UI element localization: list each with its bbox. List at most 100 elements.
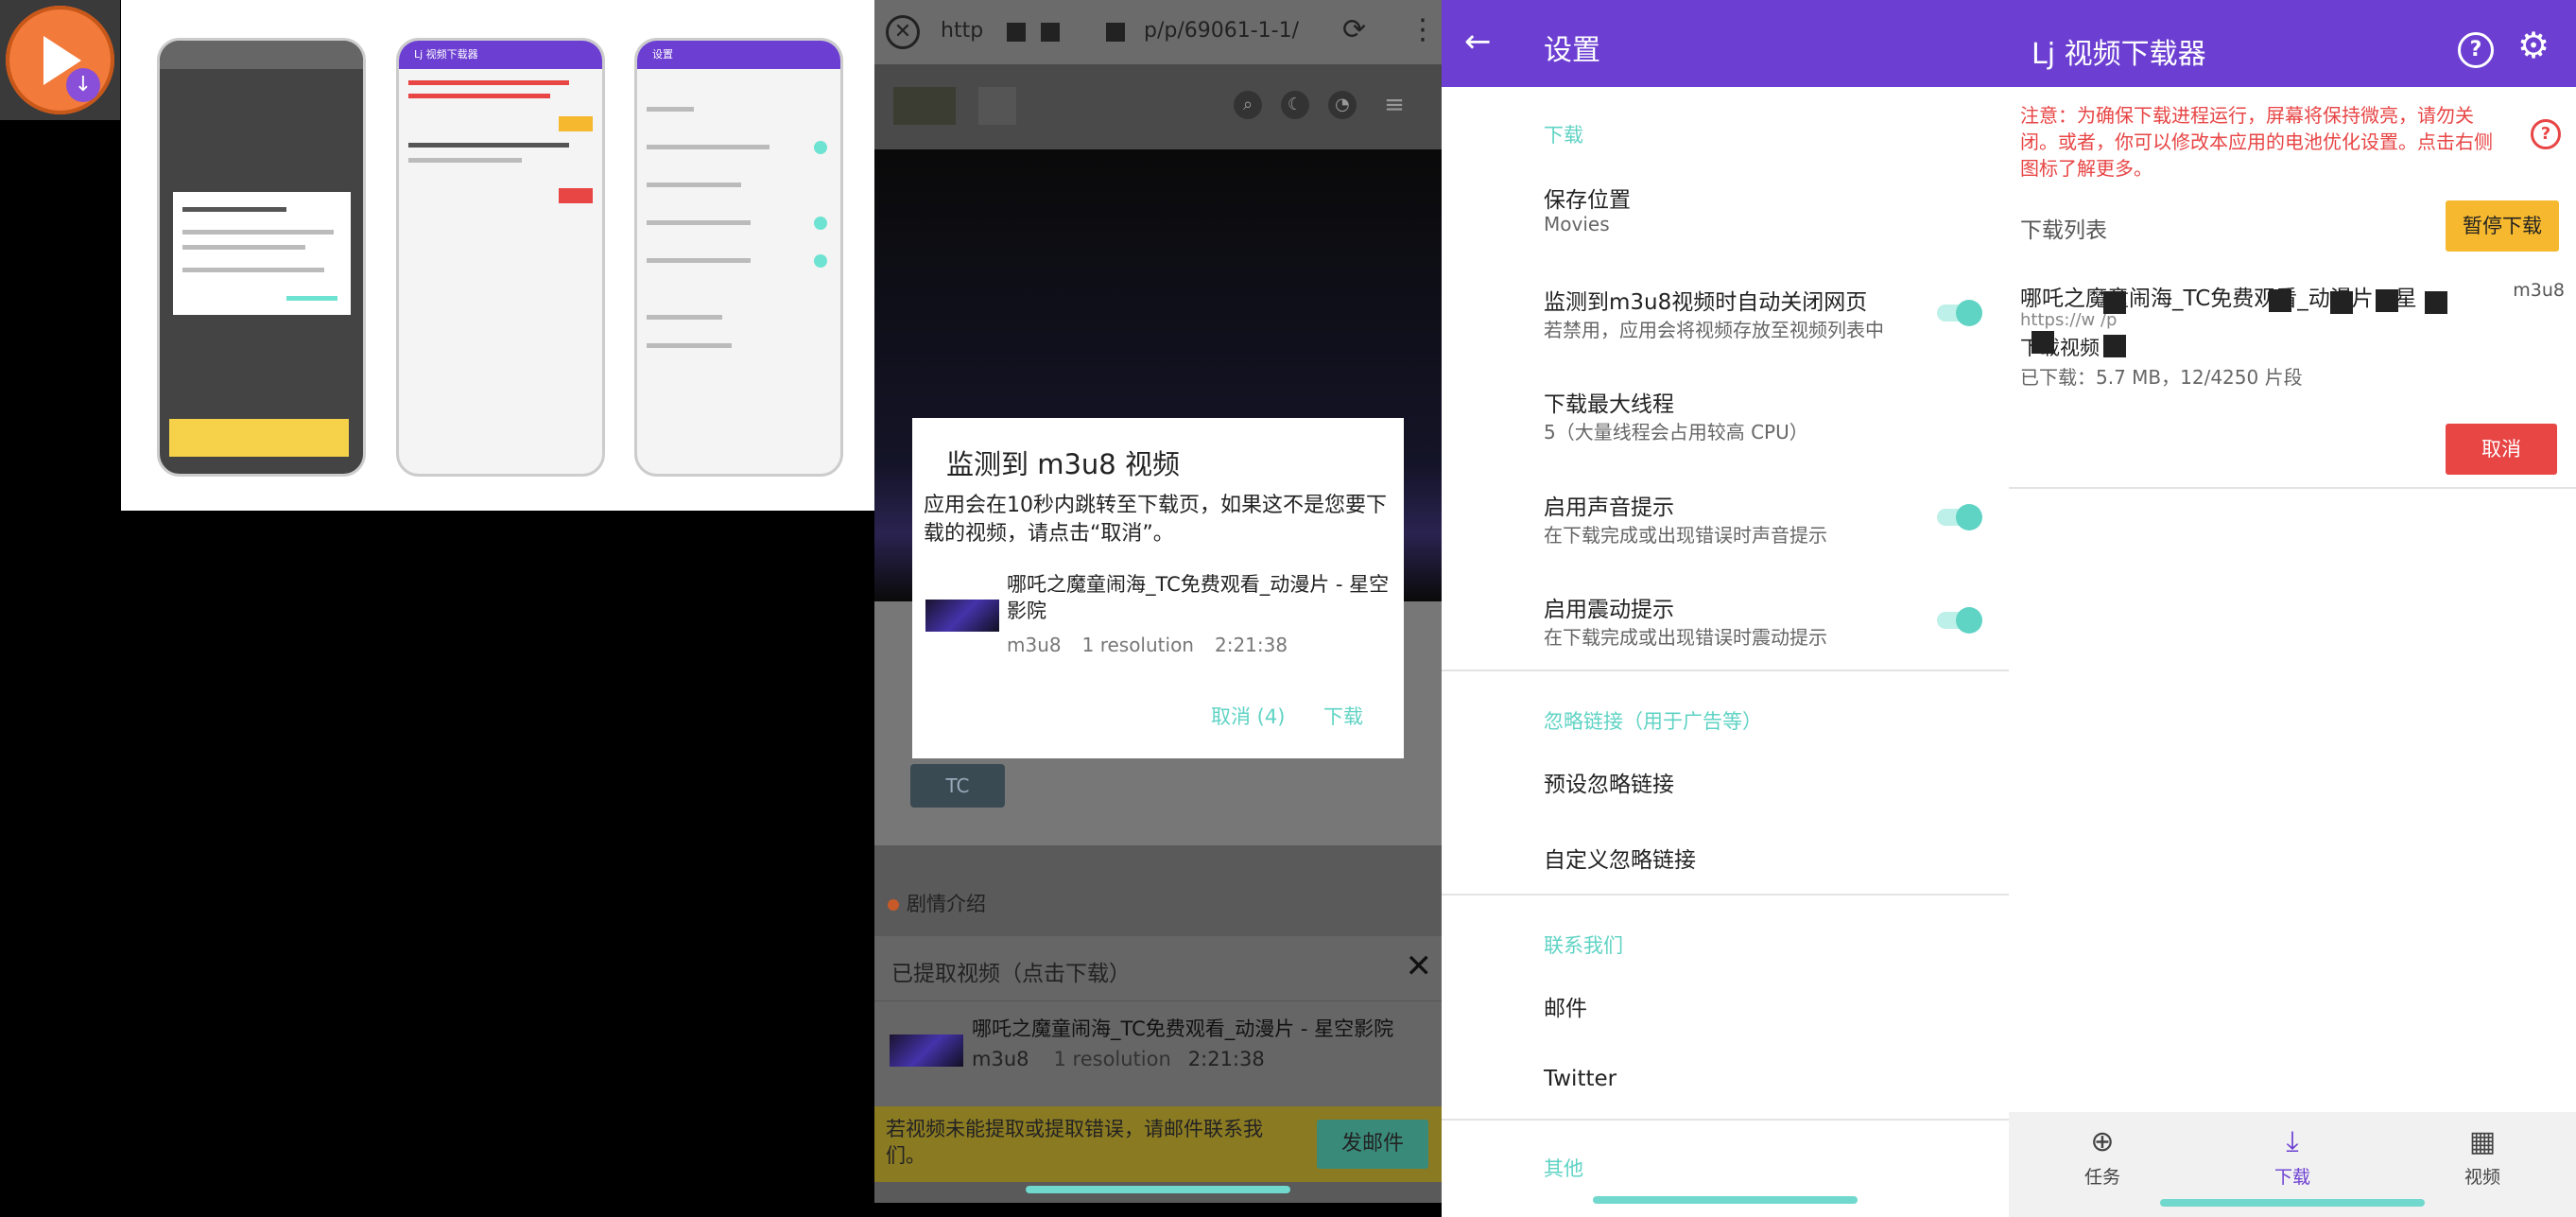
sound-toggle[interactable] bbox=[1937, 504, 1982, 530]
site-logo bbox=[893, 87, 956, 125]
divider bbox=[874, 1000, 1442, 1001]
preview-line bbox=[408, 80, 569, 85]
url-text-path[interactable]: p/p/69061-1-1/ bbox=[1144, 19, 1299, 43]
setting-custom-ignore[interactable]: 自定义忽略链接 bbox=[1544, 842, 1696, 874]
redaction-block bbox=[1106, 23, 1125, 42]
redaction-block bbox=[1007, 23, 1026, 42]
section-contact: 联系我们 bbox=[1544, 934, 1623, 957]
redaction-block bbox=[2103, 335, 2126, 357]
dialog-message: 应用会在10秒内跳转至下载页，如果这不是您要下载的视频，请点击“取消”。 bbox=[924, 494, 1387, 546]
dialog-video-meta: m3u8 1 resolution 2:21:38 bbox=[1007, 634, 1308, 656]
section-ignore-links: 忽略链接（用于广告等） bbox=[1544, 710, 1762, 733]
main-app-bar: Lj 视频下载器 ? ⚙ bbox=[2009, 0, 2576, 87]
preview-line bbox=[182, 268, 324, 272]
site-logo bbox=[978, 87, 1016, 125]
vibrate-toggle[interactable] bbox=[1937, 607, 1982, 634]
preview-toggle bbox=[814, 254, 827, 268]
video-thumbnail[interactable] bbox=[890, 1034, 963, 1067]
preview-line bbox=[182, 207, 286, 212]
site-header: ⌕ ☾ ◔ ≡ bbox=[874, 64, 1442, 149]
help-circle-icon[interactable]: ? bbox=[2458, 32, 2494, 68]
synopsis-heading: 剧情介绍 bbox=[888, 889, 986, 917]
preview-line bbox=[647, 315, 722, 320]
email-button[interactable]: 发邮件 bbox=[1317, 1120, 1428, 1169]
extracted-videos-panel: 已提取视频（点击下载） ✕ 哪吒之魔童闹海_TC免费观看_动漫片 - 星空影院 … bbox=[874, 936, 1442, 1106]
preview-phone-main: Lj 视频下载器 bbox=[396, 38, 605, 477]
setting-save-location-value: Movies bbox=[1544, 213, 1610, 235]
preview-line bbox=[408, 143, 569, 148]
download-item-progress: 已下载：5.7 MB，12/4250 片段 bbox=[2020, 366, 2303, 389]
section-other: 其他 bbox=[1544, 1157, 1583, 1180]
redaction-block bbox=[2031, 331, 2054, 354]
preview-bar: Lj 视频下载器 bbox=[399, 41, 602, 69]
gear-icon[interactable]: ⚙ bbox=[2517, 25, 2550, 66]
setting-email[interactable]: 邮件 bbox=[1544, 990, 1587, 1022]
dialog-download-button[interactable]: 下载 bbox=[1323, 702, 1363, 730]
cancel-download-button[interactable]: 取消 bbox=[2446, 424, 2557, 475]
preview-line bbox=[408, 158, 522, 163]
gesture-bar bbox=[2160, 1199, 2425, 1207]
setting-sound[interactable]: 启用声音提示 bbox=[1544, 489, 1674, 521]
menu-icon[interactable]: ≡ bbox=[1380, 91, 1409, 119]
dialog-cancel-button[interactable]: 取消 (4) bbox=[1211, 702, 1285, 730]
extracted-video-title[interactable]: 哪吒之魔童闹海_TC免费观看_动漫片 - 星空影院 bbox=[972, 1014, 1393, 1042]
add-circle-icon: ⊕ bbox=[2090, 1125, 2115, 1158]
preview-line bbox=[182, 230, 334, 235]
setting-auto-close[interactable]: 监测到m3u8视频时自动关闭网页 bbox=[1544, 284, 1867, 316]
preview-line bbox=[647, 220, 751, 225]
redaction-block bbox=[1041, 23, 1060, 42]
setting-sound-desc: 在下载完成或出现错误时声音提示 bbox=[1544, 524, 1827, 547]
settings-app-bar: ← 设置 bbox=[1442, 0, 2009, 87]
setting-preset-ignore[interactable]: 预设忽略链接 bbox=[1544, 766, 1674, 798]
preview-phone-browser bbox=[157, 38, 366, 477]
gesture-bar bbox=[1026, 1186, 1290, 1193]
nav-video[interactable]: ▦ 视频 bbox=[2426, 1125, 2539, 1189]
preview-bar bbox=[160, 41, 363, 69]
setting-twitter[interactable]: Twitter bbox=[1544, 1067, 1616, 1091]
setting-vibrate[interactable]: 启用震动提示 bbox=[1544, 591, 1674, 623]
auto-close-toggle[interactable] bbox=[1937, 300, 1982, 326]
setting-save-location[interactable]: 保存位置 bbox=[1544, 182, 1631, 214]
reload-icon[interactable]: ⟳ bbox=[1342, 13, 1366, 46]
download-item-title: 哪吒之魔童闹海_TC免费观看_动漫片 - 星 bbox=[2020, 287, 2417, 311]
redaction-block bbox=[2103, 291, 2126, 314]
m3u8-detected-dialog: 监测到 m3u8 视频 应用会在10秒内跳转至下载页，如果这不是您要下载的视频，… bbox=[912, 418, 1404, 758]
divider bbox=[1442, 669, 2009, 671]
divider bbox=[1442, 1119, 2009, 1121]
help-circle-icon[interactable]: ? bbox=[2531, 119, 2561, 149]
search-icon[interactable]: ⌕ bbox=[1234, 91, 1262, 119]
divider bbox=[1442, 894, 2009, 895]
preview-line bbox=[647, 258, 751, 263]
url-text[interactable]: http bbox=[941, 19, 983, 43]
video-thumbnail bbox=[925, 600, 999, 632]
extracted-video-meta: m3u8 1 resolution 2:21:38 bbox=[972, 1048, 1265, 1070]
tc-button[interactable]: TC bbox=[910, 764, 1005, 808]
nav-download[interactable]: ⤓ 下载 bbox=[2236, 1125, 2349, 1189]
setting-max-threads[interactable]: 下载最大线程 bbox=[1544, 386, 1674, 418]
video-duration: 2:21:38 bbox=[1214, 634, 1288, 656]
close-icon[interactable]: ✕ bbox=[1406, 948, 1433, 985]
warning-bar: 若视频未能提取或提取错误，请邮件联系我们。 发邮件 bbox=[874, 1106, 1442, 1182]
setting-max-threads-value: 5（大量线程会占用较高 CPU） bbox=[1544, 421, 1808, 443]
redaction-block bbox=[2330, 291, 2353, 314]
preview-line bbox=[647, 145, 769, 149]
nav-download-label: 下载 bbox=[2273, 1167, 2310, 1188]
setting-vibrate-desc: 在下载完成或出现错误时震动提示 bbox=[1544, 626, 1827, 649]
download-badge-icon: ↓ bbox=[66, 68, 100, 102]
clock-icon[interactable]: ◔ bbox=[1328, 91, 1357, 119]
more-vert-icon[interactable]: ⋮ bbox=[1409, 13, 1437, 46]
divider bbox=[2009, 487, 2576, 489]
nav-tasks[interactable]: ⊕ 任务 bbox=[2046, 1125, 2159, 1189]
download-list-label: 下载列表 bbox=[2020, 218, 2107, 243]
download-icon: ⤓ bbox=[2286, 1125, 2299, 1158]
extracted-header: 已提取视频（点击下载） bbox=[891, 962, 1131, 986]
preview-pause-button bbox=[559, 116, 593, 131]
preview-phone-settings: 设置 bbox=[634, 38, 843, 477]
pause-download-button[interactable]: 暂停下载 bbox=[2446, 200, 2559, 252]
moon-icon[interactable]: ☾ bbox=[1281, 91, 1309, 119]
preview-line bbox=[647, 183, 741, 187]
arrow-back-icon[interactable]: ← bbox=[1464, 23, 1492, 61]
preview-cancel-button bbox=[559, 188, 593, 203]
film-icon: ▦ bbox=[2468, 1125, 2497, 1158]
close-icon[interactable]: ✕ bbox=[886, 15, 920, 49]
